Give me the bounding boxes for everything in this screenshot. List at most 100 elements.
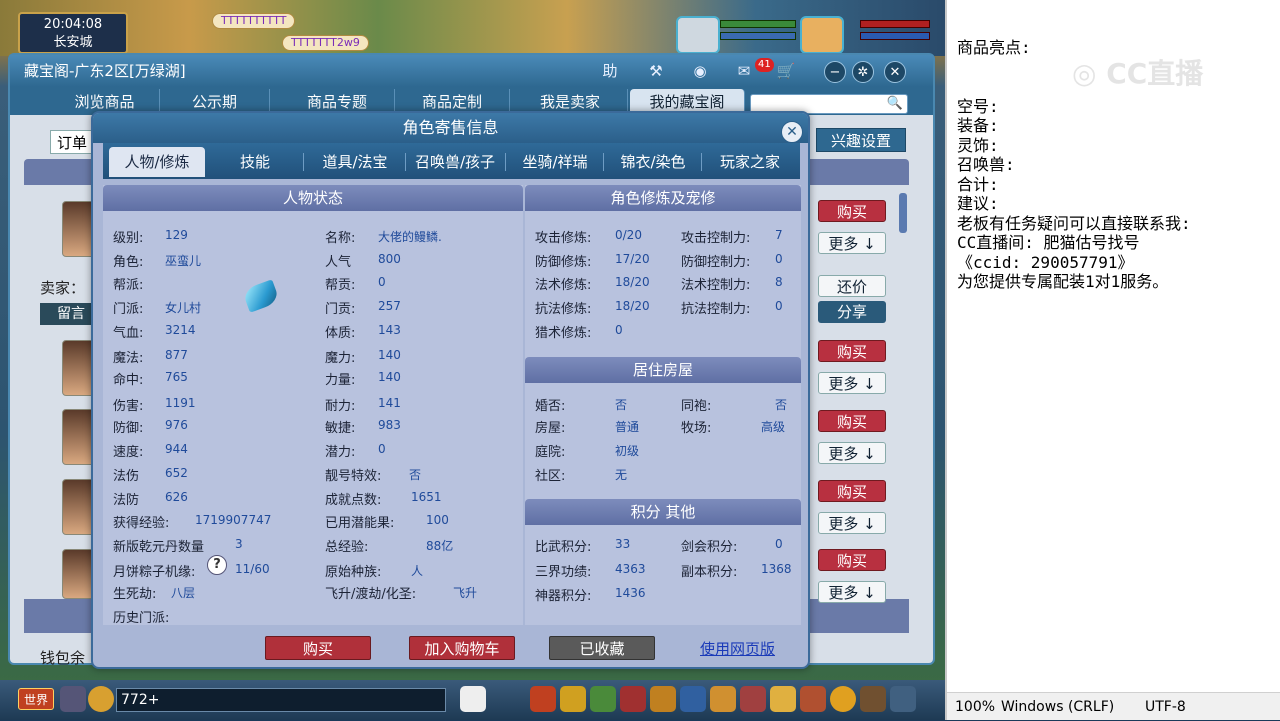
- scrollbar-thumb[interactable]: [899, 193, 907, 233]
- status-field-value: 257: [378, 299, 401, 313]
- buy-button[interactable]: 购买: [818, 549, 886, 571]
- arrow-down-icon: ↓: [863, 235, 876, 253]
- tab-pets[interactable]: 召唤兽/孩子: [407, 147, 503, 177]
- shop-icon[interactable]: [800, 686, 826, 712]
- notepad-text-area[interactable]: 商品亮点: 空号: 装备: 灵饰: 召唤兽: 合计: 建议: 老板有任务疑问可以直接联系我: C…: [957, 38, 1191, 292]
- interest-settings-button[interactable]: 兴趣设置: [816, 128, 906, 152]
- team-icon[interactable]: [590, 686, 616, 712]
- cultivation-panel-header: 角色修炼及宠修: [525, 185, 801, 211]
- status-field-label: 生死劫:: [113, 587, 157, 602]
- status-field-label: 飞升/渡劫/化圣:: [325, 587, 417, 602]
- status-field-label: 速度:: [113, 445, 144, 460]
- close-icon[interactable]: ✕: [781, 121, 803, 143]
- status-field-label: 级别:: [113, 231, 144, 246]
- record-icon[interactable]: ◉: [688, 60, 712, 82]
- status-field-value: 巫蛮儿: [165, 254, 202, 268]
- status-panel-header: 人物状态: [103, 185, 523, 211]
- cultivation-field-value: 7: [775, 228, 783, 242]
- system-icon[interactable]: [860, 686, 886, 712]
- status-field-label: 门派:: [113, 302, 144, 317]
- tab-separator: [701, 153, 702, 171]
- status-field-value: 88亿: [426, 539, 454, 553]
- status-field-value: 141: [378, 396, 401, 410]
- wallet-label: 钱包余: [40, 649, 86, 667]
- status-field-label: 敏捷:: [325, 421, 356, 436]
- gift-icon[interactable]: [560, 686, 586, 712]
- pet-icon[interactable]: [620, 686, 646, 712]
- question-icon[interactable]: ?: [207, 555, 227, 575]
- chat-input[interactable]: 772+: [116, 688, 446, 712]
- settings-icon[interactable]: ✲: [852, 61, 874, 83]
- points-field-value: 33: [615, 537, 631, 551]
- status-field-label: 气血:: [113, 326, 144, 341]
- emoji-icon[interactable]: [88, 686, 114, 712]
- cultivation-field-label: 攻击控制力:: [681, 231, 751, 246]
- buy-button[interactable]: 购买: [265, 636, 371, 660]
- house-field-value: 初级: [615, 444, 640, 458]
- more-button[interactable]: 更多 ↓: [818, 442, 886, 464]
- hammer-icon[interactable]: ⚒: [644, 60, 668, 82]
- cart-icon[interactable]: 🛒: [774, 60, 798, 82]
- seller-label: 卖家：: [40, 279, 86, 297]
- arrow-down-icon: ↓: [863, 445, 876, 463]
- world-channel-button[interactable]: 世界: [18, 688, 54, 710]
- tab-separator: [505, 153, 506, 171]
- mic-icon[interactable]: [60, 686, 86, 712]
- points-field-value: 4363: [615, 562, 646, 576]
- buy-button[interactable]: 购买: [818, 410, 886, 432]
- trade-icon[interactable]: [710, 686, 736, 712]
- tab-outfit[interactable]: 锦衣/染色: [605, 147, 701, 177]
- notepad-line: CC直播间: 肥猫估号找号: [957, 233, 1140, 252]
- pet-hp-bar: [720, 20, 796, 28]
- settings-icon[interactable]: [890, 686, 916, 712]
- status-field-value: 140: [378, 348, 401, 362]
- search-icon[interactable]: 🔍: [887, 96, 903, 111]
- status-field-label: 新版乾元丹数量: [113, 540, 205, 555]
- status-field-value: 877: [165, 348, 188, 362]
- tab-character[interactable]: 人物/修炼: [109, 147, 205, 177]
- cultivation-field-label: 攻击修炼:: [535, 231, 592, 246]
- buy-button[interactable]: 购买: [818, 340, 886, 362]
- more-button[interactable]: 更多 ↓: [818, 512, 886, 534]
- share-button[interactable]: 分享: [818, 301, 886, 323]
- tab-skills[interactable]: 技能: [215, 147, 295, 177]
- tab-items[interactable]: 道具/法宝: [309, 147, 401, 177]
- status-field-value: 1191: [165, 396, 196, 410]
- notepad-line: [957, 58, 1191, 78]
- player-portrait[interactable]: [800, 16, 844, 54]
- message-icon[interactable]: ✉: [732, 60, 756, 82]
- pet-mp-bar: [720, 32, 796, 40]
- activity-icon[interactable]: [830, 686, 856, 712]
- buy-button[interactable]: 购买: [818, 200, 886, 222]
- more-button[interactable]: 更多 ↓: [818, 232, 886, 254]
- more-button[interactable]: 更多 ↓: [818, 581, 886, 603]
- close-button[interactable]: ✕: [884, 61, 906, 83]
- collected-button[interactable]: 已收藏: [549, 636, 655, 660]
- status-field-value: 飞升: [453, 586, 478, 600]
- guild-icon[interactable]: [740, 686, 766, 712]
- task-icon[interactable]: [650, 686, 676, 712]
- mail-icon[interactable]: [770, 686, 796, 712]
- tab-home[interactable]: 玩家之家: [703, 147, 797, 177]
- friend-icon[interactable]: [680, 686, 706, 712]
- pet-portrait[interactable]: [676, 16, 720, 54]
- points-field-label: 三界功绩:: [535, 565, 592, 580]
- more-button[interactable]: 更多 ↓: [818, 372, 886, 394]
- tab-mounts[interactable]: 坐骑/祥瑞: [507, 147, 603, 177]
- web-version-link[interactable]: 使用网页版: [700, 638, 775, 659]
- minimize-button[interactable]: −: [824, 61, 846, 83]
- house-field-value: 否: [615, 398, 628, 412]
- chat-name-1[interactable]: TTTTTTTTTT: [212, 13, 296, 29]
- chat-name-2[interactable]: TTTTTTT2w9: [282, 35, 369, 51]
- notepad-line: 灵饰:: [957, 135, 999, 155]
- house-field-label: 牧场:: [681, 421, 712, 436]
- notepad-line: 《ccid: 290057791》: [957, 252, 1134, 272]
- help-icon[interactable]: 助: [598, 60, 622, 82]
- panda-icon[interactable]: [460, 686, 486, 712]
- bag-icon[interactable]: [530, 686, 556, 712]
- cultivation-field-label: 猎术修炼:: [535, 326, 592, 341]
- arrow-down-icon: ↓: [863, 584, 876, 602]
- bargain-button[interactable]: 还价: [818, 275, 886, 297]
- buy-button[interactable]: 购买: [818, 480, 886, 502]
- add-to-cart-button[interactable]: 加入购物车: [409, 636, 515, 660]
